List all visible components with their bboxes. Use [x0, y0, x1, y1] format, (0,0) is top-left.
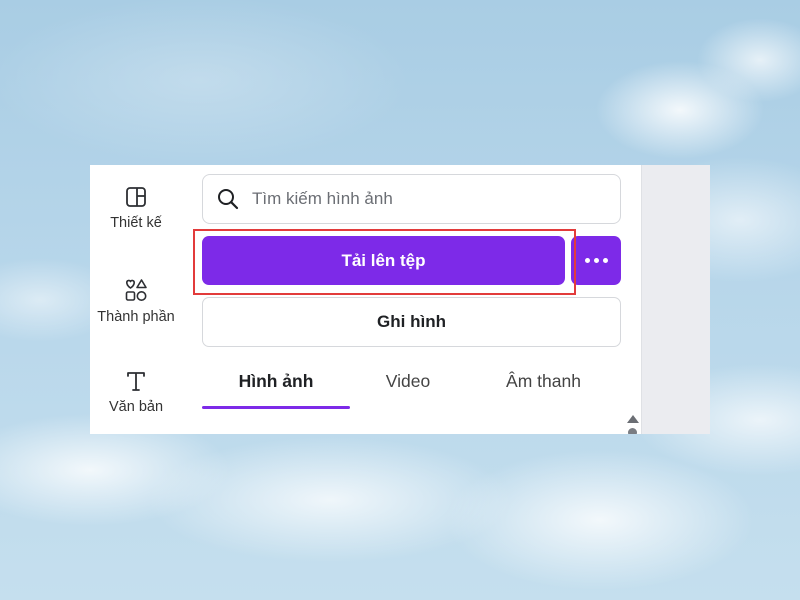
- upload-files-button[interactable]: Tải lên tệp: [202, 236, 565, 285]
- sidebar-item-text[interactable]: Văn bản: [90, 369, 182, 415]
- active-tab-indicator: [202, 406, 350, 409]
- canvas-area: [641, 165, 710, 434]
- tab-images[interactable]: Hình ảnh: [202, 363, 350, 409]
- sidebar-item-design[interactable]: Thiết kế: [90, 185, 182, 231]
- side-rail: Thiết kế Thành phần Văn bản: [90, 165, 190, 434]
- tab-audio[interactable]: Âm thanh: [466, 363, 621, 409]
- sidebar-item-elements[interactable]: Thành phần: [90, 277, 182, 325]
- sidebar-item-label: Thiết kế: [110, 215, 162, 231]
- sidebar-item-label: Văn bản: [108, 399, 164, 415]
- shapes-icon: [125, 279, 147, 301]
- tab-label: Video: [385, 371, 431, 391]
- scrollbar-thumb[interactable]: [628, 428, 637, 434]
- more-horizontal-icon: [584, 258, 608, 263]
- tab-label: Âm thanh: [506, 371, 581, 391]
- text-icon: [127, 372, 145, 391]
- tab-label: Hình ảnh: [238, 371, 314, 391]
- media-tabs: Hình ảnh Video Âm thanh: [202, 363, 621, 409]
- more-options-button[interactable]: [571, 236, 621, 285]
- uploads-panel: Thiết kế Thành phần Văn bản Tải lên tệp: [90, 165, 710, 434]
- record-button[interactable]: Ghi hình: [202, 297, 621, 347]
- record-label: Ghi hình: [377, 312, 446, 331]
- upload-files-label: Tải lên tệp: [341, 250, 426, 270]
- scrollbar[interactable]: [625, 409, 639, 434]
- layout-icon: [126, 187, 146, 207]
- tab-video[interactable]: Video: [350, 363, 466, 409]
- sidebar-item-label: Thành phần: [97, 309, 175, 325]
- search-box[interactable]: [202, 174, 621, 224]
- search-input[interactable]: [252, 189, 582, 209]
- search-icon: [218, 189, 239, 210]
- scroll-up-arrow-icon[interactable]: [627, 415, 639, 423]
